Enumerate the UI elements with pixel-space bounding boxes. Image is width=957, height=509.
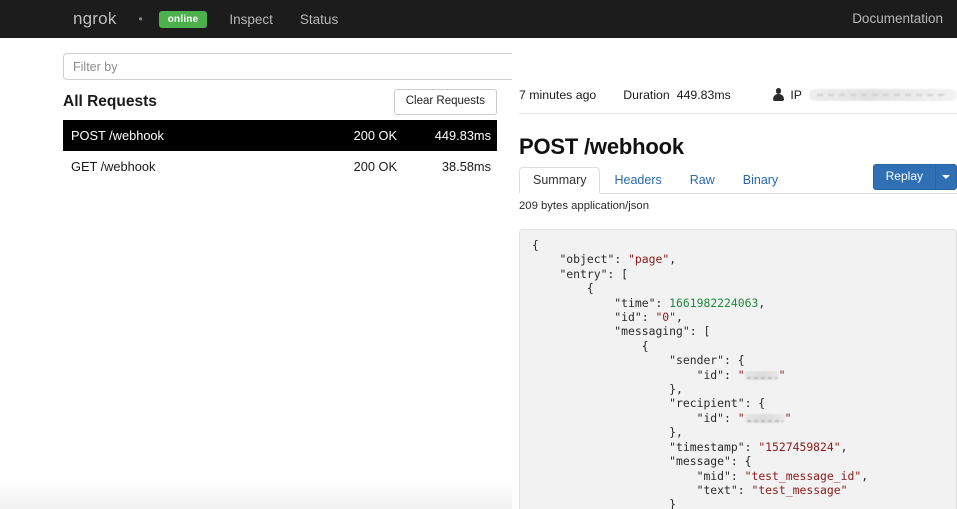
replay-button[interactable]: Replay: [872, 163, 935, 190]
json-value-timestamp: "1527459824": [758, 439, 841, 454]
ip-label: IP: [790, 88, 802, 102]
request-row-get-webhook[interactable]: GET /webhook 200 OK 38.58ms: [63, 151, 497, 182]
body-size-content-type: 209 bytes application/json: [519, 200, 650, 212]
chevron-down-icon: [942, 174, 950, 179]
json-value-sender-id-redacted: [744, 370, 779, 380]
replay-button-group: Replay: [872, 163, 957, 190]
nav-link-status[interactable]: Status: [300, 12, 338, 27]
request-time-ago: 7 minutes ago: [519, 88, 597, 102]
replay-dropdown-button[interactable]: [935, 163, 957, 190]
tab-raw[interactable]: Raw: [676, 167, 729, 194]
nav-link-inspect[interactable]: Inspect: [229, 12, 273, 27]
request-row-duration: 38.58ms: [441, 159, 491, 174]
request-detail-panel: 7 minutes ago Duration 449.83ms IP POST …: [512, 38, 957, 509]
person-icon: [772, 88, 784, 102]
request-row-post-webhook[interactable]: POST /webhook 200 OK 449.83ms: [63, 120, 497, 151]
request-row-name: POST /webhook: [71, 128, 164, 143]
bullet-separator-icon: •: [138, 12, 143, 26]
ip-value-redacted: [809, 89, 957, 101]
detail-meta-row: 7 minutes ago Duration 449.83ms IP: [519, 88, 957, 102]
json-value-text: "test_message": [751, 482, 848, 497]
duration-value: 449.83ms: [676, 88, 731, 102]
tab-summary[interactable]: Summary: [519, 166, 601, 194]
tab-headers[interactable]: Headers: [600, 167, 675, 194]
request-row-name: GET /webhook: [71, 159, 156, 174]
clear-requests-button[interactable]: Clear Requests: [393, 89, 497, 115]
request-row-duration: 449.83ms: [434, 128, 491, 143]
panel-bottom-shadow: [0, 481, 512, 509]
status-badge-online: online: [158, 10, 208, 28]
json-value-recipient-id-redacted: [744, 413, 785, 423]
json-body-pre: { "object": "page", "entry": [ { "time":…: [532, 238, 869, 509]
json-value-entry-id: "0": [655, 310, 677, 325]
client-ip-group: IP: [772, 88, 957, 102]
requests-panel: All Requests Clear Requests POST /webhoo…: [0, 38, 957, 509]
tab-binary[interactable]: Binary: [729, 167, 792, 194]
navbar-right-group: Documentation: [852, 10, 957, 28]
all-requests-title: All Requests: [63, 93, 157, 110]
request-row-status: 200 OK: [353, 128, 397, 143]
json-value-time: 1661982224063: [669, 295, 759, 310]
requests-header: All Requests Clear Requests: [63, 88, 497, 116]
top-navbar: ngrok • online Inspect Status Documentat…: [0, 0, 957, 38]
page-title: POST /webhook: [519, 134, 684, 159]
meta-divider: [519, 113, 957, 114]
json-value-mid: "test_message_id": [744, 468, 862, 483]
json-body-viewer[interactable]: { "object": "page", "entry": [ { "time":…: [519, 229, 957, 509]
request-row-status: 200 OK: [353, 159, 397, 174]
requests-list: POST /webhook 200 OK 449.83ms GET /webho…: [63, 120, 497, 182]
duration-label: Duration: [623, 88, 670, 102]
nav-link-documentation[interactable]: Documentation: [852, 11, 943, 26]
json-value-object: "page": [628, 252, 670, 267]
ngrok-logo[interactable]: ngrok: [73, 9, 117, 29]
detail-tabs: Summary Headers Raw Binary Replay: [519, 163, 957, 194]
navbar-left-group: ngrok • online Inspect Status: [0, 9, 365, 29]
